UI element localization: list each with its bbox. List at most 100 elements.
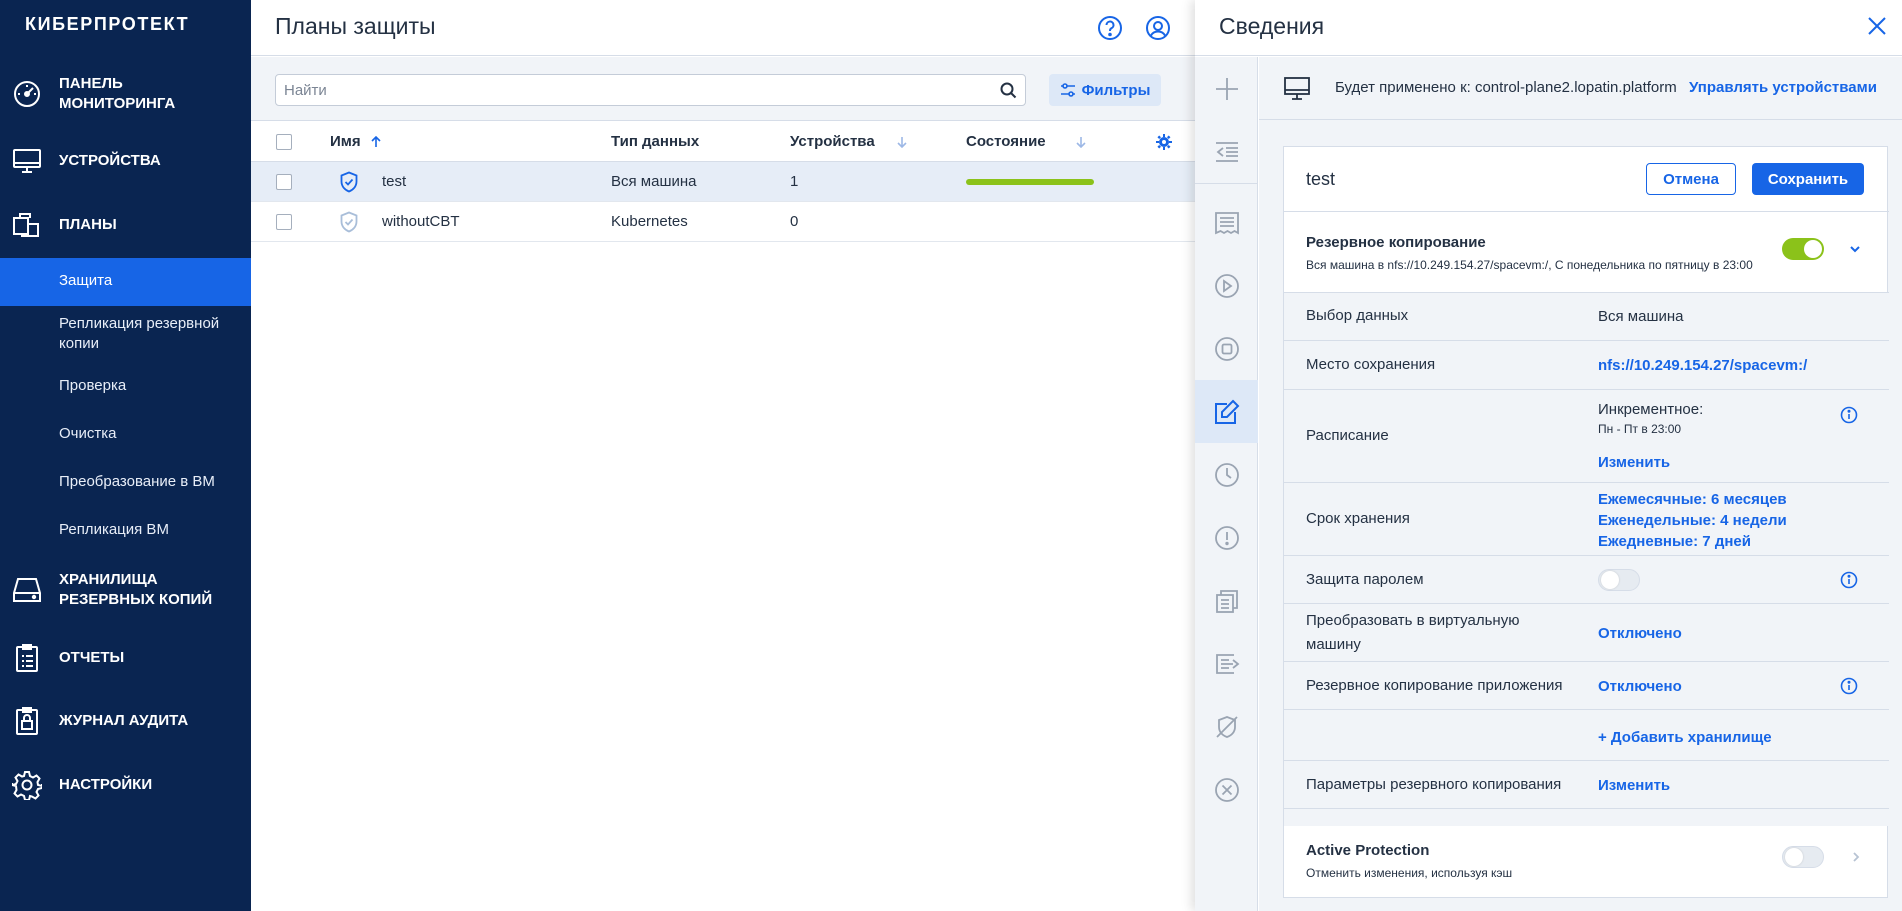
nav-plans[interactable]: ПЛАНЫ xyxy=(0,210,251,240)
app-backup-row[interactable]: Резервное копирование приложения Отключе… xyxy=(1284,662,1889,710)
main-header: Планы защиты xyxy=(251,0,1195,56)
sub-convert-vm[interactable]: Преобразование в ВМ xyxy=(0,470,251,496)
column-data-type[interactable]: Тип данных xyxy=(611,133,699,150)
convert-vm-row[interactable]: Преобразовать в виртуальную машину Отклю… xyxy=(1284,604,1889,662)
password-toggle[interactable] xyxy=(1598,569,1640,591)
sub-backup-replication-label: Репликация резервной копии xyxy=(59,315,220,352)
sub-validation[interactable]: Проверка xyxy=(0,374,251,400)
disable-button[interactable] xyxy=(1195,695,1258,758)
info-icon[interactable] xyxy=(1840,571,1858,589)
retention-weekly[interactable]: Еженедельные: 4 недели xyxy=(1598,510,1787,531)
retention-monthly[interactable]: Ежемесячные: 6 месяцев xyxy=(1598,489,1787,510)
select-all-checkbox[interactable] xyxy=(276,134,292,150)
sub-backup-replication[interactable]: Репликация резервной копии xyxy=(0,312,251,356)
export-button[interactable] xyxy=(1195,632,1258,695)
row-checkbox[interactable] xyxy=(276,174,292,190)
chevron-right-icon[interactable] xyxy=(1850,850,1862,864)
nav-audit-log-label: ЖУРНАЛ АУДИТА xyxy=(59,712,189,729)
data-selection-row[interactable]: Выбор данных Вся машина xyxy=(1284,292,1889,341)
filters-button[interactable]: Фильтры xyxy=(1049,74,1161,106)
column-devices-label: Устройства xyxy=(790,133,875,150)
retention-row[interactable]: Срок хранения Ежемесячные: 6 месяцев Еже… xyxy=(1284,483,1889,556)
alerts-button[interactable] xyxy=(1195,506,1258,569)
help-icon[interactable] xyxy=(1097,15,1123,41)
dashboard-icon xyxy=(14,81,40,107)
close-icon[interactable] xyxy=(1866,15,1888,37)
clone-button[interactable] xyxy=(1195,569,1258,632)
add-storage-link[interactable]: + Добавить хранилище xyxy=(1598,727,1772,748)
destination-row[interactable]: Место сохранения nfs://10.249.154.27/spa… xyxy=(1284,341,1889,390)
app-backup-label: Резервное копирование приложения xyxy=(1306,677,1563,694)
applied-to-text: Будет применено к: control-plane2.lopati… xyxy=(1335,79,1677,96)
schedule-label: Расписание xyxy=(1306,427,1389,444)
app-backup-value[interactable]: Отключено xyxy=(1598,676,1682,697)
account-icon[interactable] xyxy=(1145,15,1171,41)
sub-convert-vm-label: Преобразование в ВМ xyxy=(59,473,215,490)
import-button[interactable] xyxy=(1195,120,1258,183)
chevron-down-icon[interactable] xyxy=(1848,242,1862,256)
sort-icon xyxy=(897,136,907,148)
backup-settings: Выбор данных Вся машина Место сохранения… xyxy=(1284,292,1889,826)
backup-toggle[interactable] xyxy=(1782,238,1824,260)
retention-daily[interactable]: Ежедневные: 7 дней xyxy=(1598,531,1751,552)
nav-settings[interactable]: НАСТРОЙКИ xyxy=(0,770,251,800)
table-row[interactable]: test Вся машина 1 xyxy=(251,162,1195,202)
nav-monitoring-label: ПАНЕЛЬ МОНИТОРИНГА xyxy=(59,75,176,112)
run-now-button[interactable] xyxy=(1195,254,1258,317)
column-name-label: Имя xyxy=(330,133,361,150)
column-settings-gear-icon[interactable] xyxy=(1156,134,1172,150)
backup-params-label: Параметры резервного копирования xyxy=(1306,776,1562,793)
row-name: test xyxy=(382,173,407,190)
row-checkbox[interactable] xyxy=(276,214,292,230)
nav-backup-storage-label: ХРАНИЛИЩА РЕЗЕРВНЫХ КОПИЙ xyxy=(59,571,213,608)
nav-reports[interactable]: ОТЧЕТЫ xyxy=(0,643,251,673)
data-selection-label: Выбор данных xyxy=(1306,307,1409,324)
edit-button[interactable] xyxy=(1195,380,1258,443)
column-status-label: Состояние xyxy=(966,133,1046,150)
column-devices[interactable]: Устройства xyxy=(790,133,907,150)
sub-vm-replication[interactable]: Репликация ВМ xyxy=(0,518,251,544)
run-report-button[interactable] xyxy=(1195,191,1258,254)
schedule-type: Инкрементное: xyxy=(1598,401,1704,418)
nav-plans-label: ПЛАНЫ xyxy=(59,216,117,233)
info-icon[interactable] xyxy=(1840,677,1858,695)
sub-protection[interactable]: Защита xyxy=(0,258,251,306)
delete-button[interactable] xyxy=(1195,758,1258,821)
nav-monitoring[interactable]: ПАНЕЛЬ МОНИТОРИНГА xyxy=(0,72,251,116)
sidebar: КИБЕРПРОТЕКТ ПАНЕЛЬ МОНИТОРИНГА УСТРОЙСТ… xyxy=(0,0,251,911)
nav-devices-label: УСТРОЙСТВА xyxy=(59,152,161,169)
search-input[interactable] xyxy=(284,75,984,105)
active-protection-subtitle: Отменить изменения, используя кэш xyxy=(1306,866,1513,880)
sub-vm-replication-label: Репликация ВМ xyxy=(59,521,169,538)
nav-devices[interactable]: УСТРОЙСТВА xyxy=(0,146,251,176)
column-status[interactable]: Состояние xyxy=(966,133,1086,150)
stop-button[interactable] xyxy=(1195,317,1258,380)
nav-backup-storage[interactable]: ХРАНИЛИЩА РЕЗЕРВНЫХ КОПИЙ xyxy=(0,568,251,612)
audit-icon xyxy=(16,707,38,735)
table-row[interactable]: withoutCBT Kubernetes 0 xyxy=(251,202,1195,242)
applied-to-bar: Будет применено к: control-plane2.lopati… xyxy=(1259,57,1902,120)
delete-icon xyxy=(1214,777,1239,802)
cancel-button[interactable]: Отмена xyxy=(1646,163,1736,195)
convert-vm-value[interactable]: Отключено xyxy=(1598,623,1682,644)
activities-button[interactable] xyxy=(1195,443,1258,506)
plus-icon xyxy=(1215,77,1238,100)
column-name[interactable]: Имя xyxy=(330,133,381,150)
destination-link[interactable]: nfs://10.249.154.27/spacevm:/ xyxy=(1598,355,1807,376)
save-button[interactable]: Сохранить xyxy=(1752,163,1864,195)
active-protection-toggle[interactable] xyxy=(1782,846,1824,868)
search-box[interactable] xyxy=(275,74,1026,106)
backup-params-change-link[interactable]: Изменить xyxy=(1598,775,1670,796)
plan-name[interactable]: test xyxy=(1306,169,1335,190)
nav-audit-log[interactable]: ЖУРНАЛ АУДИТА xyxy=(0,706,251,736)
edit-icon xyxy=(1214,399,1239,424)
add-plan-button[interactable] xyxy=(1195,57,1258,120)
info-icon[interactable] xyxy=(1840,406,1858,424)
backup-params-row[interactable]: Параметры резервного копирования Изменит… xyxy=(1284,761,1889,809)
schedule-change-link[interactable]: Изменить xyxy=(1598,452,1670,473)
manage-devices-link[interactable]: Управлять устройствами xyxy=(1689,79,1877,96)
toolbar: Фильтры xyxy=(251,57,1195,121)
search-icon[interactable] xyxy=(1000,82,1017,99)
brand-logo: КИБЕРПРОТЕКТ xyxy=(25,14,190,34)
sub-cleanup[interactable]: Очистка xyxy=(0,422,251,448)
